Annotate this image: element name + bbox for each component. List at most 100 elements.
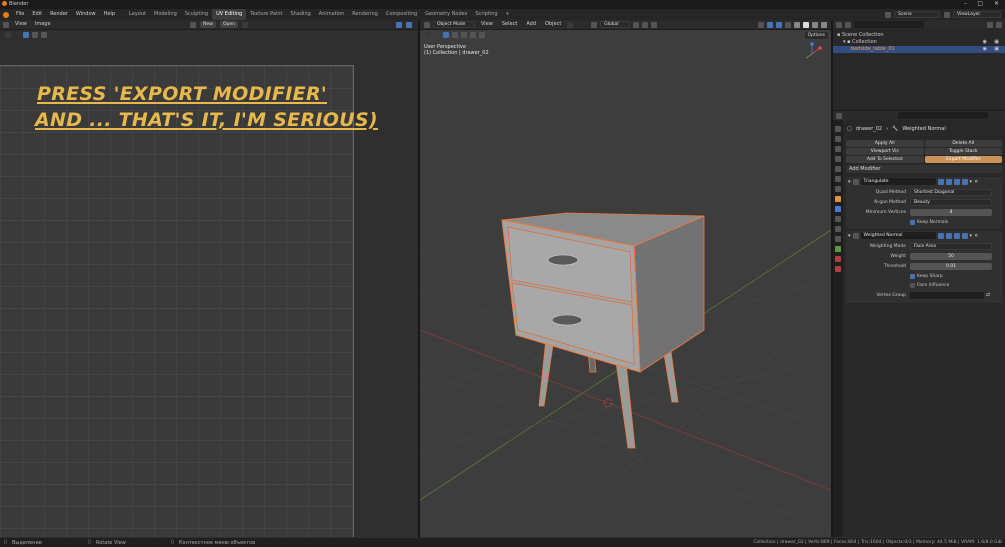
transform-orientation-icon[interactable] (591, 21, 598, 28)
3d-viewport[interactable]: Options User Perspective (1) Collection … (420, 30, 831, 537)
collapse-chevron-icon[interactable]: ▾ (848, 179, 851, 185)
keep-normals-checkbox[interactable] (910, 219, 915, 225)
wn-collapse-chevron-icon[interactable]: ▾ (848, 233, 851, 239)
uv-menu-view[interactable]: View (13, 19, 29, 30)
threshold-input[interactable]: 0.01 (910, 262, 992, 270)
uv-editor[interactable]: PRESS 'EXPORT MODIFIER' AND ... THAT'S I… (0, 30, 418, 537)
outliner-collection[interactable]: ▾ ▪ Collection (843, 39, 877, 45)
scene-icon[interactable] (885, 11, 891, 18)
scene-tab-icon[interactable] (835, 166, 841, 172)
menu-help[interactable]: Help (100, 9, 119, 20)
tab-shading[interactable]: Shading (286, 9, 314, 20)
maximize-icon[interactable]: □ (977, 0, 983, 7)
modifier-tab-icon[interactable] (835, 206, 841, 212)
output-tab-icon[interactable] (835, 146, 841, 152)
tool-tab-icon[interactable] (835, 126, 841, 132)
add-to-selected-button[interactable]: Add To Selected (846, 156, 924, 163)
close-icon[interactable]: ✕ (994, 0, 999, 7)
tab-geometry-nodes[interactable]: Geometry Nodes (421, 9, 471, 20)
select-mode-edge-icon[interactable] (32, 32, 38, 38)
render-tab-icon[interactable] (835, 136, 841, 142)
new-image-button[interactable]: New (200, 21, 216, 28)
wireframe-shading-icon[interactable] (794, 21, 800, 28)
viewlayer-icon[interactable] (944, 11, 950, 18)
new-collection-icon[interactable] (996, 21, 1002, 28)
image-browse-icon[interactable] (190, 21, 197, 28)
scene-selector[interactable]: Scene (894, 11, 940, 18)
viewport-menu-object[interactable]: Object (542, 19, 564, 30)
xray-icon[interactable] (785, 21, 791, 28)
object-render-icon[interactable]: ▣ (994, 46, 999, 52)
data-tab-icon[interactable] (835, 246, 841, 252)
dropdown-icon[interactable]: ▾ (970, 179, 973, 185)
keep-sharp-checkbox[interactable] (910, 273, 915, 279)
transform-orientation-selector[interactable]: Global (600, 21, 631, 28)
open-image-button[interactable]: Open (219, 21, 238, 28)
world-tab-icon[interactable] (835, 176, 841, 182)
ngon-method-select[interactable]: Beauty (910, 198, 992, 206)
editor-type-icon[interactable] (3, 21, 9, 28)
texture-tab-icon[interactable] (835, 266, 841, 272)
delete-all-button[interactable]: Delete All (924, 140, 1002, 147)
keep-sharp-row[interactable]: Keep Sharp (910, 272, 943, 280)
properties-editor-type-icon[interactable] (836, 112, 842, 119)
mode-selector[interactable]: Object Mode (433, 21, 475, 28)
weight-input[interactable]: 50 (910, 252, 992, 260)
face-influence-checkbox[interactable] (910, 282, 915, 288)
rendered-shading-icon[interactable] (821, 21, 827, 28)
wn-cage-toggle-icon[interactable] (961, 232, 968, 239)
filter-icon[interactable] (987, 21, 993, 28)
particles-tab-icon[interactable] (835, 216, 841, 222)
select-mode-vertex-icon[interactable] (23, 32, 29, 38)
vertex-group-input[interactable] (910, 291, 984, 299)
weighted-normal-name-input[interactable]: Weighted Normal (860, 232, 936, 239)
tab-animation[interactable]: Animation (315, 9, 349, 20)
render-toggle-icon[interactable] (953, 178, 960, 185)
apply-all-button[interactable]: Apply All (846, 140, 924, 147)
viewport-toggle-icon[interactable] (945, 178, 952, 185)
invert-vertex-group-icon[interactable]: ⇄ (986, 292, 990, 298)
snap-icon[interactable] (642, 21, 649, 28)
display-mode-icon[interactable] (845, 21, 851, 28)
remove-modifier-icon[interactable]: ✕ (974, 179, 978, 185)
view-layer-tab-icon[interactable] (835, 156, 841, 162)
viewport-overlay-icon[interactable] (776, 21, 782, 28)
tab-sculpting[interactable]: Sculpting (181, 9, 212, 20)
viewport-gizmo-icon[interactable] (767, 21, 773, 28)
properties-search-input[interactable] (898, 112, 988, 119)
viewport-menu-add[interactable]: Add (523, 19, 539, 30)
object-visibility-icon[interactable]: ◉ (983, 46, 987, 52)
collection-render-icon[interactable]: ▣ (994, 39, 999, 45)
physics-tab-icon[interactable] (835, 226, 841, 232)
collection-visibility-icon[interactable]: ◉ (983, 39, 987, 45)
cage-toggle-icon[interactable] (961, 178, 968, 185)
wn-editmode-toggle-icon[interactable] (937, 232, 944, 239)
tab-modeling[interactable]: Modeling (150, 9, 181, 20)
scene-canvas[interactable] (420, 30, 831, 537)
outliner-scene-collection[interactable]: ▪ Scene Collection (837, 32, 884, 38)
material-shading-icon[interactable] (812, 21, 818, 28)
object-tab-icon[interactable] (835, 196, 841, 202)
viewport-menu-view[interactable]: View (478, 19, 496, 30)
uv-grid[interactable] (0, 65, 354, 537)
pivot-icon[interactable] (633, 21, 640, 28)
viewport-menu-select[interactable]: Select (499, 19, 520, 30)
overlay-icon[interactable] (396, 21, 402, 28)
viewport-editor-type-icon[interactable] (424, 21, 430, 28)
outliner-editor-type-icon[interactable] (836, 21, 842, 28)
min-vertices-input[interactable]: 4 (910, 208, 992, 216)
gizmo-icon[interactable] (406, 21, 412, 28)
select-mode-face-icon[interactable] (41, 32, 47, 38)
wn-dropdown-icon[interactable]: ▾ (970, 233, 973, 239)
keep-normals-row[interactable]: Keep Normals (910, 218, 948, 226)
collection-tab-icon[interactable] (835, 186, 841, 192)
wn-render-toggle-icon[interactable] (953, 232, 960, 239)
tab-texture-paint[interactable]: Texture Paint (246, 9, 286, 20)
solid-shading-icon[interactable] (803, 21, 809, 28)
tool-settings-icon[interactable] (567, 21, 574, 28)
tab-uv-editing[interactable]: UV Editing (212, 9, 247, 20)
pin-icon[interactable] (242, 21, 248, 28)
tab-compositing[interactable]: Compositing (382, 9, 421, 20)
minimize-icon[interactable]: – (964, 0, 967, 7)
menu-window[interactable]: Window (72, 9, 100, 20)
